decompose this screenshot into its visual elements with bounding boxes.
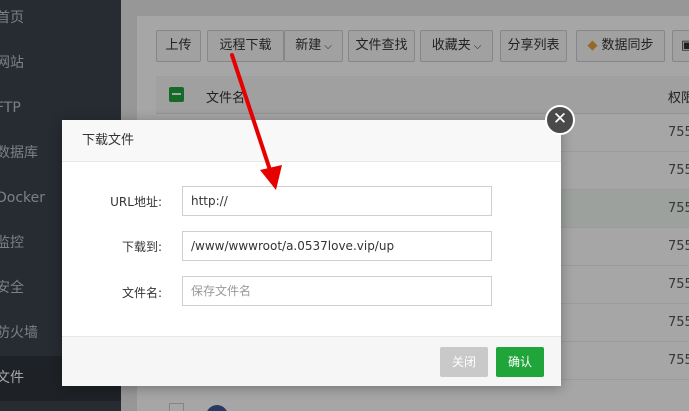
url-label: URL地址: [110, 195, 162, 209]
url-input[interactable] [182, 186, 492, 216]
download-file-dialog: 下载文件 ✕ URL地址: 下载到: 文件名: 关闭 确认 [62, 105, 575, 386]
filename-input[interactable] [182, 276, 492, 306]
filename-label: 文件名: [121, 286, 162, 300]
dialog-footer: 关闭 确认 [62, 336, 561, 386]
confirm-button[interactable]: 确认 [496, 347, 544, 377]
close-icon[interactable]: ✕ [545, 105, 575, 135]
destination-input[interactable] [182, 231, 492, 261]
cancel-button[interactable]: 关闭 [440, 347, 488, 377]
dialog-title: 下载文件 [62, 120, 561, 162]
destination-label: 下载到: [121, 240, 162, 254]
